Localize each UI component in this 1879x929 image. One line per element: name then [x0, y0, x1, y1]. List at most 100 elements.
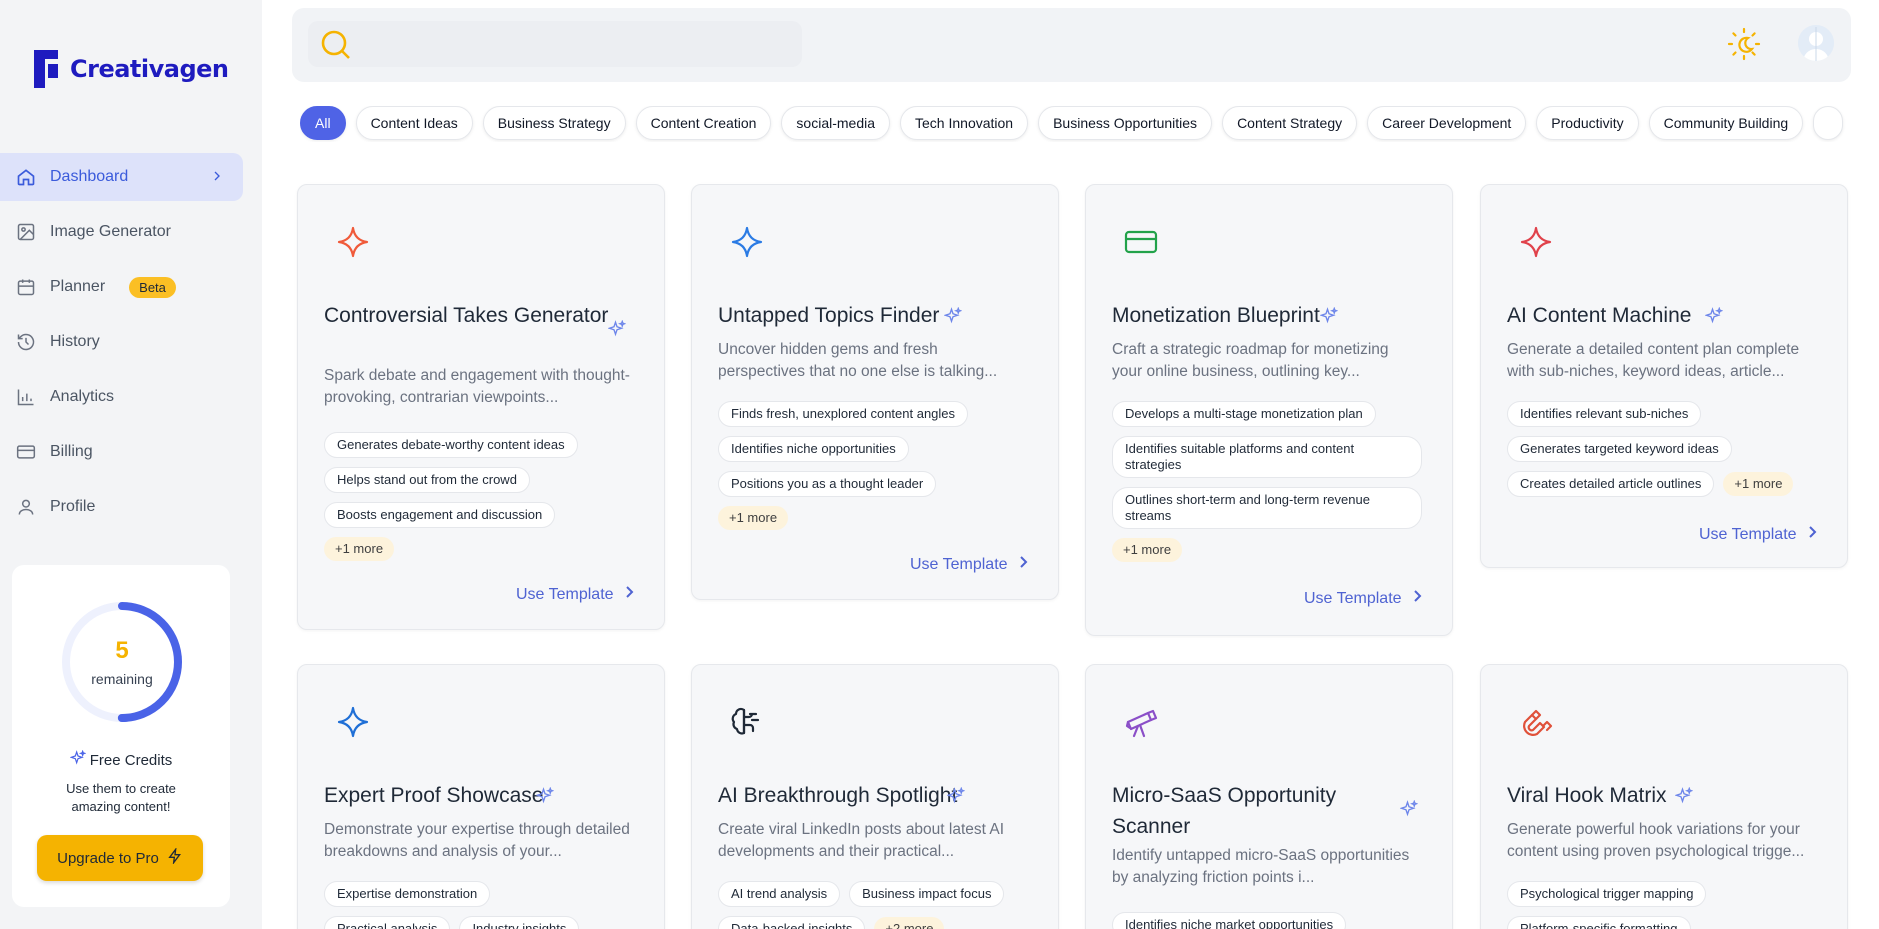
category-chip[interactable]: Tech Innovation	[900, 106, 1029, 140]
feature-tag: Creates detailed article outlines	[1507, 471, 1715, 497]
feature-tags: Identifies niche market opportunities	[1112, 912, 1432, 929]
chevron-right-icon	[624, 585, 636, 604]
sidebar: Creativagen Dashboard Image Generator Pl…	[0, 0, 262, 929]
category-chip[interactable]: Business Opportunities	[1038, 106, 1213, 140]
sidebar-item-billing[interactable]: Billing	[0, 428, 243, 476]
template-description: Identify untapped micro-SaaS opportuniti…	[1112, 847, 1410, 886]
brand-logo[interactable]: Creativagen	[34, 50, 229, 88]
brain-icon	[730, 705, 764, 739]
template-card[interactable]: AI Breakthrough Spotlight Create viral Li…	[691, 664, 1059, 929]
feature-tag: Finds fresh, unexplored content angles	[718, 401, 969, 427]
template-description: Generate powerful hook variations for yo…	[1507, 821, 1805, 860]
template-card[interactable]: Micro-SaaS Opportunity Scanner Identify u…	[1085, 664, 1453, 929]
category-chip[interactable]: Content Strategy	[1222, 106, 1358, 140]
use-template-button[interactable]: Use Template	[1699, 525, 1819, 544]
sidebar-item-label: Profile	[50, 498, 96, 515]
credits-remaining-count: 5	[115, 637, 129, 664]
lightning-icon	[167, 846, 183, 868]
sidebar-item-dashboard[interactable]: Dashboard	[0, 153, 243, 201]
category-chip[interactable]: Productivity	[1536, 106, 1639, 140]
template-card[interactable]: Expert Proof Showcase Demonstrate your ex…	[297, 664, 665, 929]
feature-tag: Psychological trigger mapping	[1507, 881, 1707, 907]
sparkles-icon	[1319, 306, 1339, 330]
magnet-icon	[1519, 705, 1553, 739]
feature-tag: Outlines short-term and long-term revenu…	[1112, 487, 1422, 529]
sparkles-icon	[1674, 786, 1694, 810]
feature-tags: Generates debate-worthy content ideas Hel…	[324, 432, 644, 561]
more-features-badge[interactable]: +1 more	[324, 537, 395, 561]
sparkles-icon	[69, 749, 87, 770]
sidebar-item-label: Dashboard	[50, 168, 129, 185]
credit-card-icon	[1124, 225, 1158, 259]
chevron-right-icon	[209, 168, 225, 189]
feature-tag: Data-backed insights	[718, 916, 866, 929]
more-features-badge[interactable]: +1 more	[718, 506, 789, 530]
use-template-label: Use Template	[1699, 525, 1797, 543]
template-card[interactable]: Controversial Takes Generator Spark debat…	[297, 184, 665, 630]
credits-card: 5 remaining Free Credits Use them to cre…	[12, 565, 230, 907]
sidebar-item-label: Billing	[50, 443, 93, 460]
feature-tag: Positions you as a thought leader	[718, 471, 937, 497]
feature-tag: Helps stand out from the crowd	[324, 467, 530, 493]
bar-chart-icon	[16, 387, 36, 407]
sparkle-icon	[730, 225, 764, 259]
sidebar-nav: Dashboard Image Generator Planner Beta H…	[0, 153, 262, 538]
search-icon[interactable]	[320, 29, 352, 66]
use-template-button[interactable]: Use Template	[910, 555, 1030, 574]
theme-toggle-icon[interactable]	[1726, 26, 1762, 67]
more-features-badge[interactable]: +2 more	[874, 917, 945, 929]
more-features-badge[interactable]: +1 more	[1723, 472, 1794, 496]
sidebar-item-profile[interactable]: Profile	[0, 483, 243, 531]
feature-tag: Industry insights	[459, 916, 580, 929]
chevron-right-icon	[1807, 525, 1819, 544]
category-chip-overflow[interactable]	[1813, 106, 1844, 140]
sparkle-icon	[336, 225, 370, 259]
template-card[interactable]: Viral Hook Matrix Generate powerful hook …	[1480, 664, 1848, 929]
sparkles-icon	[535, 786, 555, 810]
use-template-button[interactable]: Use Template	[1304, 589, 1424, 608]
template-title: AI Content Machine	[1507, 304, 1692, 327]
feature-tag: AI trend analysis	[718, 881, 841, 907]
template-title: Expert Proof Showcase	[324, 784, 544, 807]
sidebar-item-planner[interactable]: Planner Beta	[0, 263, 243, 311]
category-chip[interactable]: social-media	[781, 106, 891, 140]
feature-tag: Identifies suitable platforms and conten…	[1112, 436, 1422, 478]
feature-tags: Identifies relevant sub-niches Generates …	[1507, 401, 1827, 497]
feature-tag: Platform-specific formatting	[1507, 916, 1691, 929]
feature-tags: AI trend analysis Business impact focus Da…	[718, 881, 1038, 929]
use-template-button[interactable]: Use Template	[516, 585, 636, 604]
feature-tag: Practical analysis	[324, 916, 451, 929]
sidebar-item-analytics[interactable]: Analytics	[0, 373, 243, 421]
category-chip[interactable]: Community Building	[1648, 106, 1804, 140]
feature-tag: Expertise demonstration	[324, 881, 491, 907]
feature-tags: Psychological trigger mapping Platform-sp…	[1507, 881, 1827, 929]
sidebar-item-history[interactable]: History	[0, 318, 243, 366]
top-bar	[292, 8, 1851, 82]
sidebar-item-label: History	[50, 333, 100, 350]
home-icon	[16, 167, 36, 187]
sidebar-item-image-generator[interactable]: Image Generator	[0, 208, 243, 256]
telescope-icon	[1124, 705, 1158, 739]
category-chip[interactable]: All	[300, 106, 346, 140]
sparkle-icon	[336, 705, 370, 739]
feature-tag: Generates debate-worthy content ideas	[324, 432, 578, 458]
category-chip[interactable]: Business Strategy	[482, 106, 626, 140]
sparkles-icon	[1704, 306, 1724, 330]
chevron-right-icon	[1412, 589, 1424, 608]
category-chip[interactable]: Content Creation	[635, 106, 772, 140]
category-chip[interactable]: Career Development	[1367, 106, 1527, 140]
more-features-badge[interactable]: +1 more	[1112, 538, 1183, 562]
beta-badge: Beta	[129, 276, 176, 298]
avatar[interactable]	[1798, 25, 1834, 61]
upgrade-button-label: Upgrade to Pro	[57, 849, 159, 867]
search-input[interactable]	[308, 21, 802, 67]
sparkles-icon	[607, 319, 627, 343]
template-title: Controversial Takes Generator	[324, 304, 609, 327]
category-chip[interactable]: Content Ideas	[355, 106, 473, 140]
template-card[interactable]: AI Content Machine Generate a detailed co…	[1480, 184, 1848, 568]
upgrade-button[interactable]: Upgrade to Pro	[37, 835, 203, 881]
sparkles-icon	[1399, 799, 1419, 823]
template-card[interactable]: Untapped Topics Finder Uncover hidden gem…	[691, 184, 1059, 600]
user-icon	[16, 497, 36, 517]
template-card[interactable]: Monetization Blueprint Craft a strategic …	[1085, 184, 1453, 636]
